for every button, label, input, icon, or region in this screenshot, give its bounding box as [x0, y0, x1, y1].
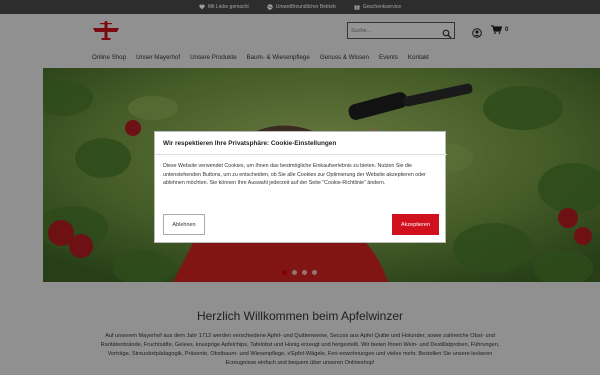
accept-cookies-button[interactable]: Akzeptieren [392, 214, 439, 235]
decline-cookies-button[interactable]: Ablehnen [163, 214, 205, 235]
cookie-consent-modal: Wir respektieren Ihre Privatsphäre: Cook… [154, 131, 447, 243]
cookie-modal-title: Wir respektieren Ihre Privatsphäre: Cook… [163, 140, 337, 147]
cookie-modal-text: Diese Website verwendet Cookies, um Ihne… [163, 163, 426, 187]
modal-divider [155, 154, 447, 155]
